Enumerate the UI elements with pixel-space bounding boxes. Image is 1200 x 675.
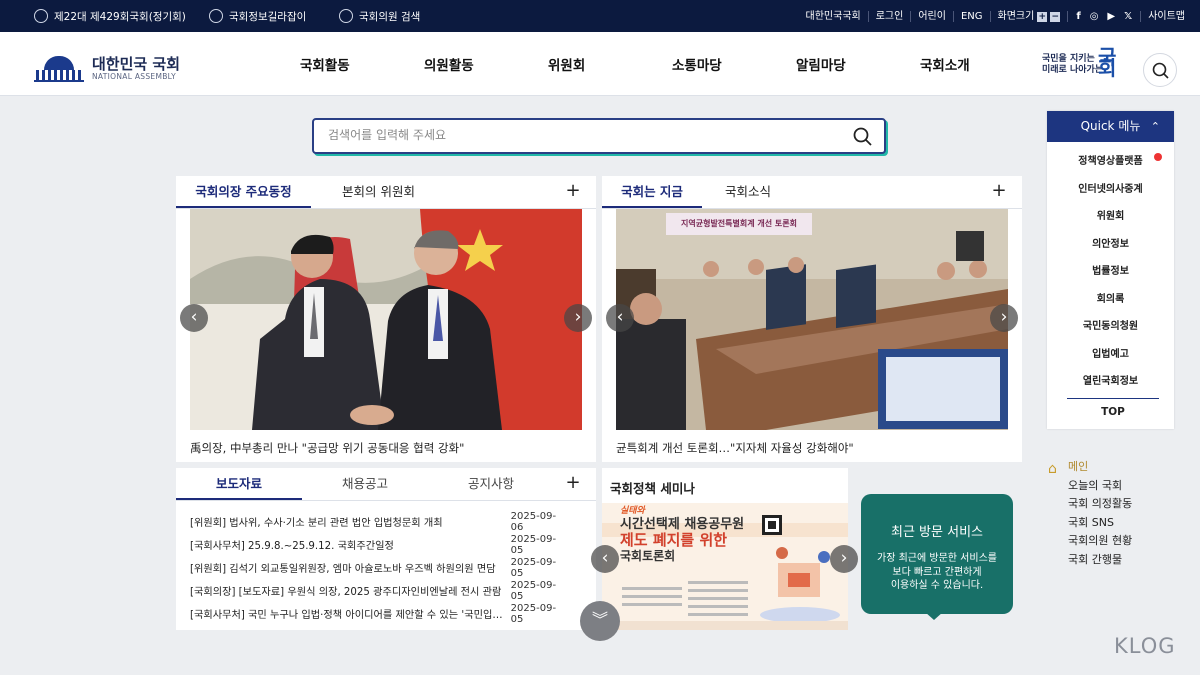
utility-links: 대한민국국회 로그인 어린이 ENG 화면크기 + − f ◎ ▶ 𝕏 사이트맵 — [799, 0, 1192, 32]
seal-icon — [34, 9, 48, 23]
quick-menu-header[interactable]: Quick 메뉴 ⌃ — [1047, 111, 1174, 142]
press-release-panel: 보도자료 채용공고 공지사항 + [위원회] 법사위, 수사·기소 분리 관련 … — [176, 468, 596, 630]
side-link-today[interactable]: 오늘의 국회 — [1048, 477, 1132, 496]
side-link-members[interactable]: 국회의원 현황 — [1048, 532, 1132, 551]
more-button[interactable]: + — [564, 182, 582, 200]
session-link[interactable]: 제22대 제429회국회(정기회) — [34, 0, 186, 32]
quick-item-open-assembly[interactable]: 열린국회정보 — [1047, 368, 1174, 396]
hearing-banner: 지역균형발전특별회계 개선 토론회 — [681, 219, 797, 228]
now-prev-button[interactable]: ‹ — [606, 304, 634, 332]
x-icon[interactable]: 𝕏 — [1124, 11, 1132, 22]
zoom-out-button[interactable]: − — [1050, 11, 1061, 22]
tab-speaker-news[interactable]: 국회의장 주요동정 — [176, 176, 311, 208]
instagram-icon[interactable]: ◎ — [1090, 11, 1099, 22]
list-item[interactable]: [국회사무처] 25.9.8.~25.9.12. 국회주간일정 2025-09-0… — [190, 533, 568, 556]
new-badge-icon — [1154, 153, 1162, 161]
kids-link[interactable]: 어린이 — [911, 10, 954, 22]
tab-recruitment[interactable]: 채용공고 — [302, 468, 428, 500]
tab-press-release[interactable]: 보도자료 — [176, 468, 302, 500]
seminar-prev-button[interactable]: ‹ — [591, 545, 619, 573]
slogan: 국민을 지키는 미래로 나아가는 국회 — [1042, 45, 1117, 80]
member-search-link[interactable]: 국회의원 검색 — [339, 0, 420, 32]
recent-description: 가장 최근에 방문한 서비스를 보다 빠르고 간편하게 이용하실 수 있습니다. — [877, 553, 997, 591]
speaker-caption[interactable]: 禹의장, 中부총리 만나 "공급망 위기 공동대응 협력 강화" — [190, 440, 464, 456]
side-link-sns[interactable]: 국회 SNS — [1048, 514, 1132, 533]
seminar-next-button[interactable]: › — [830, 545, 858, 573]
speaker-next-button[interactable]: › — [564, 304, 592, 332]
now-next-button[interactable]: › — [990, 304, 1018, 332]
hearing-room-image — [616, 209, 1008, 430]
side-link-publications[interactable]: 국회 간행물 — [1048, 551, 1132, 570]
speaker-prev-button[interactable]: ‹ — [180, 304, 208, 332]
list-item[interactable]: [위원회] 법사위, 수사·기소 분리 관련 법안 입법청문회 개최 2025-0… — [190, 510, 568, 533]
seal-icon — [339, 9, 353, 23]
nav-activities[interactable]: 국회활동 — [300, 32, 350, 96]
login-link[interactable]: 로그인 — [869, 10, 912, 22]
assembly-now-panel: 국회는 지금 국회소식 + 지역균형발전특별회계 개선 토론회 ‹ › 균특회계 — [602, 176, 1022, 462]
quick-item-live-broadcast[interactable]: 인터넷의사중계 — [1047, 176, 1174, 204]
scroll-down-button[interactable]: ︾ — [580, 601, 620, 641]
search-input[interactable] — [328, 128, 828, 142]
tab-notice[interactable]: 공지사항 — [428, 468, 554, 500]
nav-about[interactable]: 국회소개 — [920, 32, 970, 96]
zoom-control: 화면크기 + − — [991, 10, 1069, 22]
logo-name: 대한민국 국회 — [92, 54, 181, 73]
tab-assembly-now[interactable]: 국회는 지금 — [602, 176, 702, 208]
facebook-icon[interactable]: f — [1076, 11, 1080, 22]
side-link-activities[interactable]: 국회 의정활동 — [1048, 495, 1132, 514]
header-search-button[interactable] — [1143, 53, 1177, 87]
recent-services-card[interactable]: 최근 방문 서비스 가장 최근에 방문한 서비스를 보다 빠르고 간편하게 이용… — [861, 494, 1013, 620]
more-button[interactable]: + — [990, 182, 1008, 200]
quick-item-policy-video[interactable]: 정책영상플랫폼 — [1047, 148, 1174, 176]
speaker-news-panel: 국회의장 주요동정 본회의 위원회 + ‹ › 禹의장, 中부총리 만나 "공급… — [176, 176, 596, 462]
list-item[interactable]: [국회사무처] 국민 누구나 입법·정책 아이디어를 제안할 수 있는 '국민입… — [190, 602, 568, 625]
assembly-link[interactable]: 대한민국국회 — [799, 10, 869, 22]
zoom-in-button[interactable]: + — [1037, 11, 1048, 22]
quick-item-petition[interactable]: 국민동의청원 — [1047, 313, 1174, 341]
chevron-up-icon: ⌃ — [1150, 120, 1160, 133]
home-icon: ⌂ — [1048, 461, 1057, 477]
social-links: f ◎ ▶ 𝕏 — [1068, 10, 1142, 22]
nav-communication[interactable]: 소통마당 — [672, 32, 722, 96]
quick-item-minutes[interactable]: 회의록 — [1047, 286, 1174, 314]
quick-item-legislation-notice[interactable]: 입법예고 — [1047, 341, 1174, 369]
policy-seminar-panel: 국회정책 세미나 실태와 시간선택제 채용공무원 제도 폐지를 위한 국회토론회… — [591, 468, 858, 630]
more-button[interactable]: + — [564, 474, 582, 492]
seminar-title: 국회정책 세미나 — [610, 481, 695, 496]
search-icon[interactable] — [852, 126, 874, 148]
site-logo[interactable]: 대한민국 국회 NATIONAL ASSEMBLY — [34, 54, 180, 82]
logo-subtitle: NATIONAL ASSEMBLY — [92, 71, 177, 81]
nav-notices[interactable]: 알림마당 — [796, 32, 846, 96]
side-link-list: ⌂ 메인 오늘의 국회 국회 의정활동 국회 SNS 국회의원 현황 국회 간행물 — [1048, 458, 1132, 569]
search-box — [312, 118, 886, 154]
youtube-icon[interactable]: ▶ — [1107, 11, 1115, 22]
list-item[interactable]: [국회의장] [보도자료] 우원식 의장, 2025 광주디자인비엔날레 전시 … — [190, 579, 568, 602]
seminar-poster[interactable]: 실태와 시간선택제 채용공무원 제도 폐지를 위한 국회토론회 — [602, 503, 848, 630]
guide-link[interactable]: 국회정보길라잡이 — [209, 0, 306, 32]
assembly-dome-icon — [34, 54, 84, 82]
home-link[interactable]: ⌂ 메인 — [1048, 458, 1132, 477]
tab-plenary-committee[interactable]: 본회의 위원회 — [311, 176, 446, 208]
tab-assembly-news[interactable]: 국회소식 — [702, 176, 794, 208]
quick-menu: Quick 메뉴 ⌃ 정책영상플랫폼 인터넷의사중계 위원회 의안정보 법률정보 … — [1047, 111, 1174, 429]
sitemap-link[interactable]: 사이트맵 — [1141, 11, 1192, 22]
speaker-meeting-image — [190, 209, 582, 430]
search-icon — [1152, 62, 1169, 79]
main-header: 대한민국 국회 NATIONAL ASSEMBLY 국회활동 의원활동 위원회 … — [0, 32, 1200, 96]
nav-members[interactable]: 의원활동 — [424, 32, 474, 96]
now-caption[interactable]: 균특회계 개선 토론회…"지자체 자율성 강화해야" — [616, 440, 854, 456]
quick-item-committees[interactable]: 위원회 — [1047, 203, 1174, 231]
top-button[interactable]: TOP — [1067, 398, 1159, 426]
english-link[interactable]: ENG — [954, 10, 991, 22]
watermark: KLOG — [1114, 634, 1176, 658]
nav-committees[interactable]: 위원회 — [548, 32, 585, 96]
seminar-photo[interactable]: 지역균형발전특별회계 개선 토론회 — [616, 209, 1008, 430]
seal-icon — [209, 9, 223, 23]
utility-bar: 제22대 제429회국회(정기회) 국회정보길라잡이 국회의원 검색 대한민국국… — [0, 0, 1200, 32]
recent-title: 최근 방문 서비스 — [891, 525, 983, 540]
quick-item-bill-info[interactable]: 의안정보 — [1047, 231, 1174, 259]
list-item[interactable]: [위원회] 김석기 외교통일위원장, 엠마 아슐로노바 우즈벡 하원의원 면담 2… — [190, 556, 568, 579]
quick-item-law-info[interactable]: 법률정보 — [1047, 258, 1174, 286]
speaker-photo[interactable] — [190, 209, 582, 430]
